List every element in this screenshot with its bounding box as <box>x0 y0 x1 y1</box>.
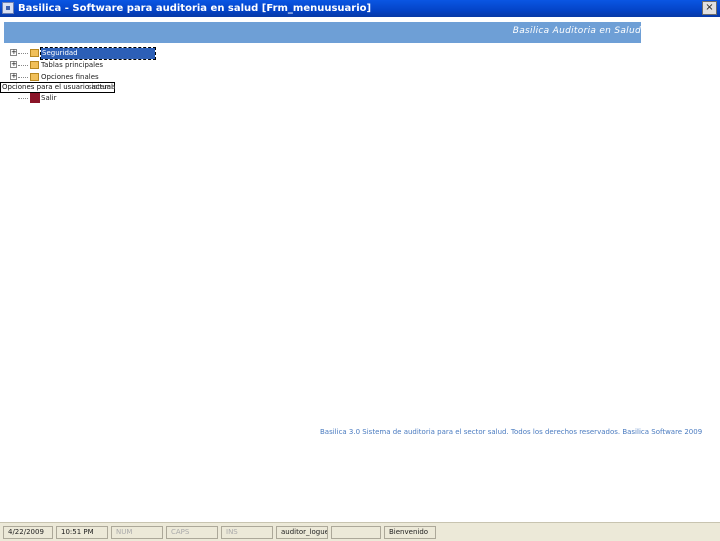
app-icon[interactable] <box>2 2 14 14</box>
tree-item-label: Tablas principales <box>41 61 104 69</box>
window-title: Basilica - Software para auditoria en sa… <box>18 3 372 14</box>
exit-icon <box>30 93 40 103</box>
tree-item-label: Seguridad <box>40 47 156 60</box>
folder-icon <box>30 49 39 57</box>
expand-icon[interactable]: + <box>10 73 17 80</box>
header-banner: Basilica Auditoria en Salud <box>4 22 641 43</box>
status-insert: INS <box>221 526 273 539</box>
tree-connector <box>18 65 28 66</box>
status-user: auditor_logueado <box>276 526 328 539</box>
status-empty <box>331 526 381 539</box>
status-time: 10:51 PM <box>56 526 108 539</box>
folder-icon <box>30 73 39 81</box>
folder-icon <box>30 61 39 69</box>
expand-icon[interactable]: + <box>10 49 17 56</box>
banner-title: Basilica Auditoria en Salud <box>512 26 641 36</box>
status-caps-lock: CAPS <box>166 526 218 539</box>
tree-item-salir[interactable]: Salir <box>4 93 204 104</box>
tree-connector <box>18 77 28 78</box>
status-date: 4/22/2009 <box>3 526 53 539</box>
tooltip-overflow-text: sistema <box>88 83 116 91</box>
close-button[interactable]: × <box>702 1 717 15</box>
status-message: Bienvenido <box>384 526 436 539</box>
tree-item-seguridad[interactable]: + Seguridad <box>4 47 204 60</box>
title-bar: Basilica - Software para auditoria en sa… <box>0 0 720 17</box>
tree-connector <box>18 98 28 99</box>
status-num-lock: NUM <box>111 526 163 539</box>
tree-item-label: Salir <box>41 94 57 102</box>
expand-icon[interactable]: + <box>10 61 17 68</box>
status-bar: 4/22/2009 10:51 PM NUM CAPS INS auditor_… <box>0 522 720 541</box>
tree-connector <box>18 53 28 54</box>
copyright-text: Basilica 3.0 Sistema de auditoria para e… <box>320 428 703 436</box>
tree-item-tablas-principales[interactable]: + Tablas principales <box>4 60 204 71</box>
